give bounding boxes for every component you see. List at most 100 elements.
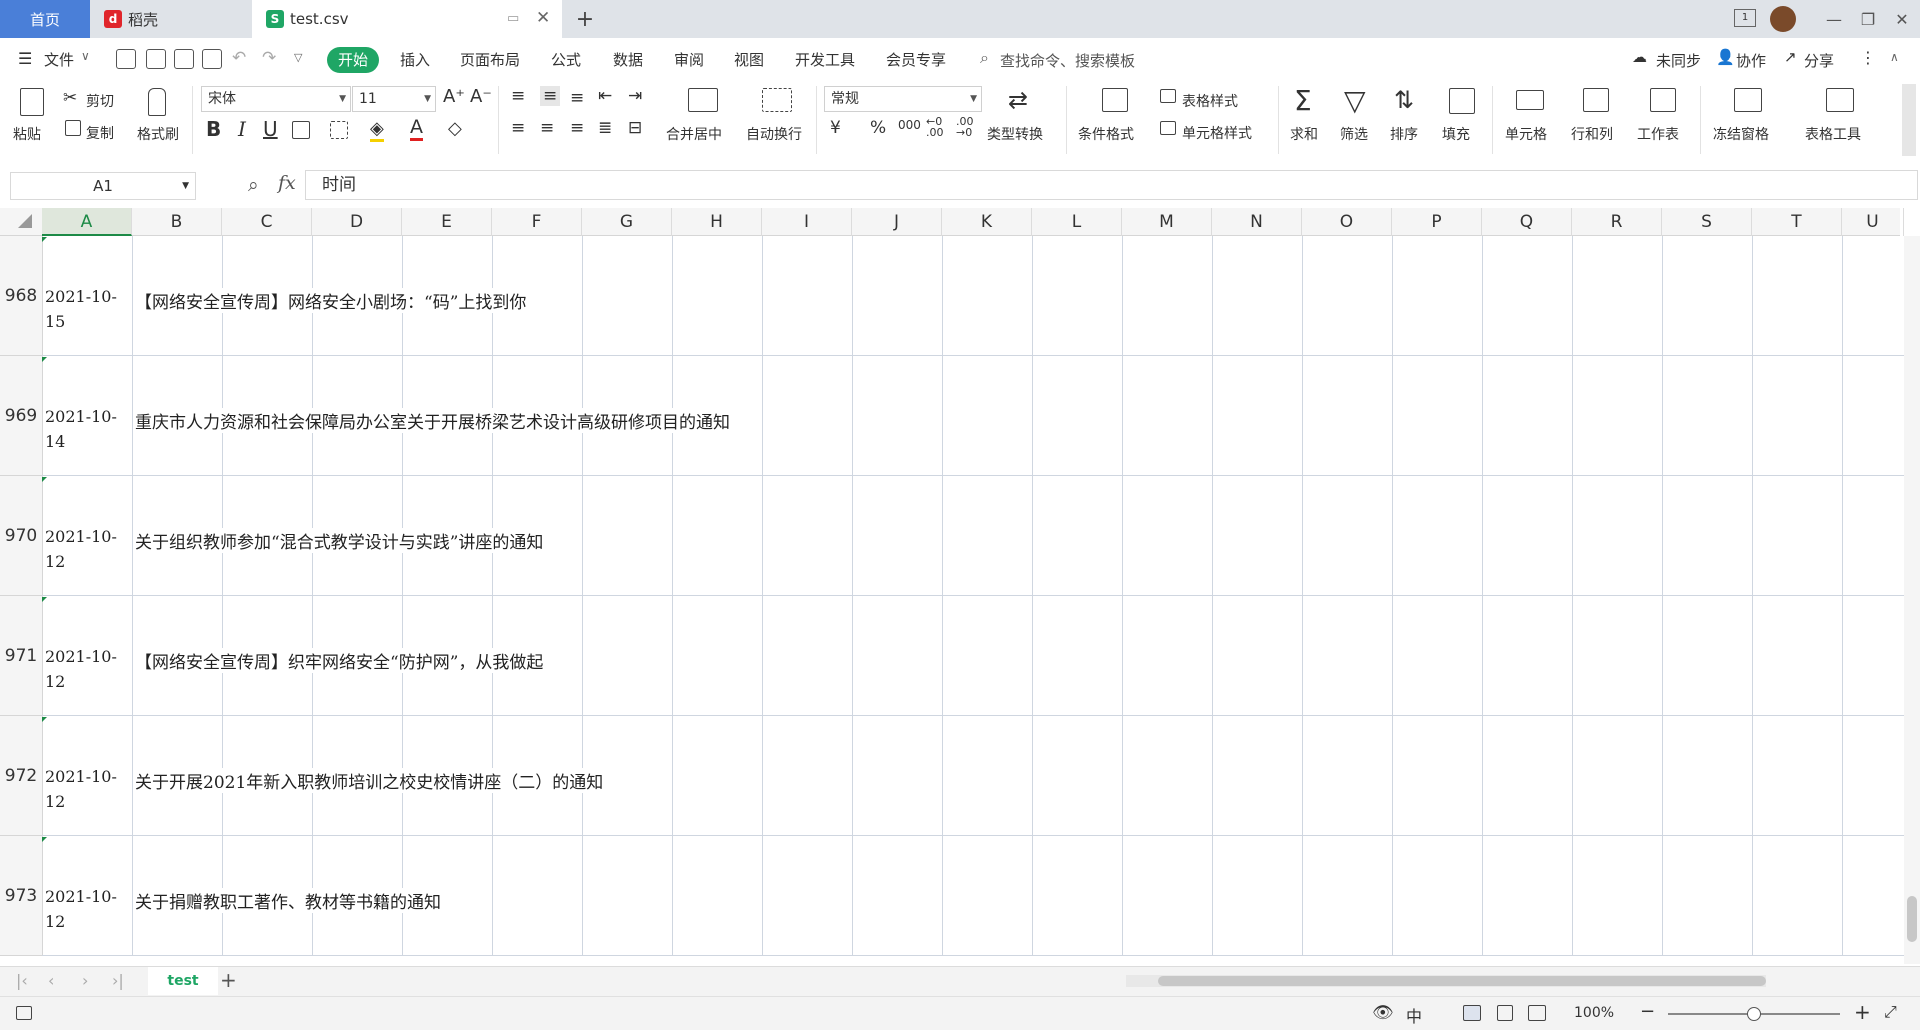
column-header-a[interactable]: A [42,208,132,236]
menu-developer[interactable]: 开发工具 [795,49,855,70]
distributed-icon[interactable]: ⊟ [628,118,642,138]
column-header-e[interactable]: E [402,208,492,236]
zoom-out-icon[interactable]: − [1640,1001,1655,1022]
cell-title[interactable]: 【网络安全宣传周】织牢网络安全“防护网”，从我做起 [135,648,546,673]
zoom-slider-knob[interactable] [1747,1007,1761,1021]
cell-date[interactable]: 2021-10- 12 [45,884,117,934]
column-header-n[interactable]: N [1212,208,1302,236]
column-header-h[interactable]: H [672,208,762,236]
sort-icon[interactable]: ⇅ [1394,86,1414,114]
column-header-t[interactable]: T [1752,208,1842,236]
menu-insert[interactable]: 插入 [400,49,430,70]
column-header-k[interactable]: K [942,208,1032,236]
sum-icon[interactable]: Σ [1294,84,1312,117]
sync-status[interactable]: 未同步 [1656,50,1701,71]
copy-button[interactable]: 复制 [86,123,114,143]
name-box[interactable]: A1 ▼ [10,172,196,200]
menu-file[interactable]: 文件 [44,49,74,70]
cell-title[interactable]: 关于组织教师参加“混合式教学设计与实践”讲座的通知 [135,528,546,553]
export-pdf-icon[interactable] [146,49,166,69]
new-tab-button[interactable]: + [570,0,600,38]
row-col-icon[interactable] [1583,88,1609,112]
menu-page-layout[interactable]: 页面布局 [460,49,520,70]
row-header[interactable]: 968 [0,236,42,356]
row-header[interactable]: 971 [0,596,42,716]
fill-icon[interactable] [1449,88,1475,114]
cell-date[interactable]: 2021-10- 15 [45,284,117,334]
copy-icon[interactable] [65,120,81,136]
merge-center-icon[interactable] [688,88,718,112]
command-search-input[interactable]: 查找命令、搜索模板 [1000,50,1135,71]
freeze-panes-button[interactable]: 冻结窗格 [1713,124,1769,144]
ribbon-scroll[interactable] [1902,84,1916,156]
zoom-slider[interactable] [1668,1007,1840,1021]
column-header-j[interactable]: J [852,208,942,236]
cell-title[interactable]: 关于捐赠教职工著作、教材等书籍的通知 [135,888,443,913]
tab-test-csv[interactable]: S test.csv ▭ ✕ [252,0,562,38]
sum-button[interactable]: 求和 [1290,124,1318,144]
column-header-f[interactable]: F [492,208,582,236]
row-header[interactable]: 969 [0,356,42,476]
table-style-button[interactable]: 表格样式 [1182,91,1238,111]
cell-date[interactable]: 2021-10- 12 [45,644,117,694]
cell-title[interactable]: 关于开展2021年新入职教师培训之校史校情讲座（二）的通知 [135,768,606,793]
worksheet-icon[interactable] [1650,88,1676,112]
zoom-level[interactable]: 100% [1574,1005,1614,1021]
column-header-s[interactable]: S [1662,208,1752,236]
row-header[interactable]: 970 [0,476,42,596]
justify-icon[interactable]: ≣ [598,118,612,138]
table-style-icon[interactable] [1160,89,1176,103]
column-header-m[interactable]: M [1122,208,1212,236]
cell-style-button[interactable]: 单元格样式 [1182,123,1252,143]
function-icon[interactable]: fx [278,172,296,194]
wrap-text-button[interactable]: 自动换行 [746,124,802,144]
menu-formula[interactable]: 公式 [551,49,581,70]
vertical-scrollbar[interactable] [1904,236,1920,964]
cut-button[interactable]: 剪切 [86,91,114,111]
cell-title[interactable]: 【网络安全宣传周】网络安全小剧场：“码”上找到你 [135,288,529,313]
row-header[interactable]: 973 [0,836,42,956]
chevron-down-icon[interactable]: ∨ [81,49,90,63]
page-break-view-icon[interactable] [1528,1005,1546,1021]
currency-icon[interactable]: ¥ [830,118,841,138]
clear-format-icon[interactable]: ◇ [448,118,462,139]
wrap-text-icon[interactable] [762,88,792,112]
page-layout-view-icon[interactable] [1497,1005,1513,1021]
cell-button[interactable]: 单元格 [1505,124,1547,144]
decrease-decimal-icon[interactable]: .00 →0 [956,116,974,138]
menu-member[interactable]: 会员专享 [886,49,946,70]
freeze-panes-icon[interactable] [1734,88,1762,112]
sort-button[interactable]: 排序 [1390,124,1418,144]
more-icon[interactable]: ⋮ [1860,48,1876,67]
column-header-d[interactable]: D [312,208,402,236]
increase-font-icon[interactable]: A⁺ [443,86,465,107]
close-tab-icon[interactable]: ✕ [536,8,550,28]
filter-icon[interactable]: ▽ [1344,84,1366,117]
column-header-r[interactable]: R [1572,208,1662,236]
number-format-select[interactable]: 常规 ▼ [824,86,982,112]
select-all-icon[interactable] [18,214,32,228]
column-header-i[interactable]: I [762,208,852,236]
menu-data[interactable]: 数据 [613,49,643,70]
collapse-ribbon-icon[interactable]: ∧ [1890,50,1899,64]
tab-daoke[interactable]: d 稻壳 [90,0,248,38]
pin-icon[interactable]: ▭ [507,11,519,26]
window-count-icon[interactable]: 1 [1734,9,1756,27]
indent-increase-icon[interactable]: ⇥ [628,86,642,106]
share-button[interactable]: 分享 [1804,50,1834,71]
eye-protection-icon[interactable]: 👁 [1372,1003,1394,1023]
menu-start[interactable]: 开始 [327,47,379,73]
percent-icon[interactable]: % [870,118,886,138]
thousands-icon[interactable]: 000 [898,118,921,132]
format-painter-icon[interactable] [148,88,166,116]
last-sheet-icon[interactable]: ›| [112,971,124,990]
menu-review[interactable]: 审阅 [674,49,704,70]
conditional-format-icon[interactable] [1102,88,1128,112]
type-convert-button[interactable]: 类型转换 [987,124,1043,144]
border-icon[interactable] [292,121,310,139]
close-window-icon[interactable]: ✕ [1880,0,1920,38]
column-header-o[interactable]: O [1302,208,1392,236]
paste-icon[interactable] [20,88,44,116]
row-header[interactable]: 972 [0,716,42,836]
worksheet-button[interactable]: 工作表 [1637,124,1679,144]
